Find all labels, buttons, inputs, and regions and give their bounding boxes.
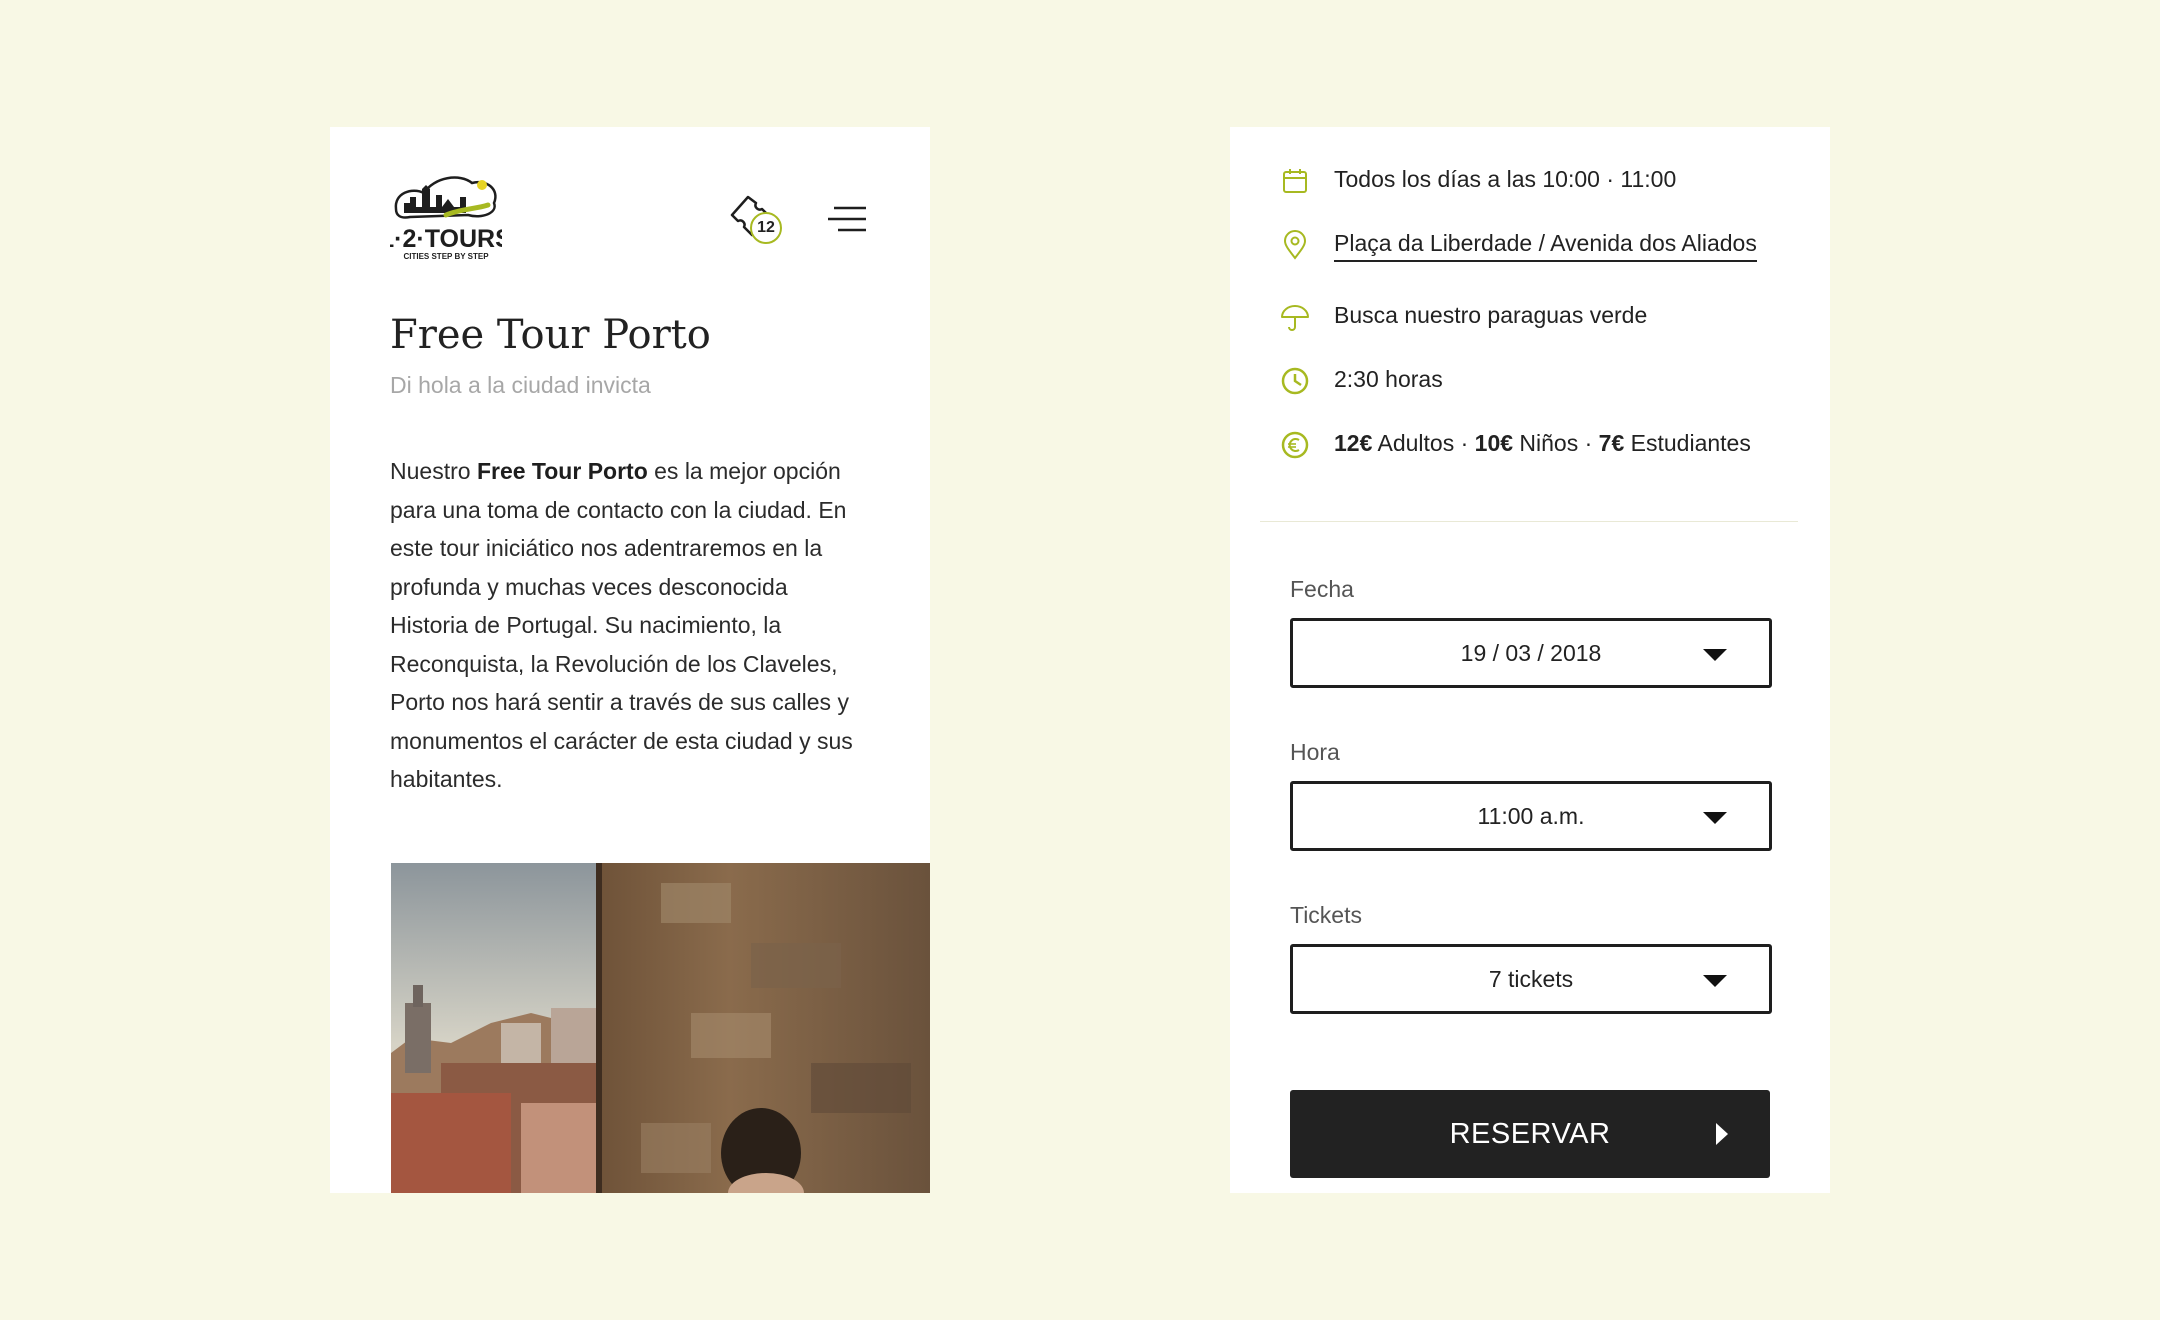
calendar-icon	[1283, 169, 1307, 193]
price-text: 12€ Adultos · 10€ Niños · 7€ Estudiantes	[1334, 430, 1751, 457]
date-value: 19 / 03 / 2018	[1460, 640, 1602, 666]
tour-description: Nuestro Free Tour Porto es la mejor opci…	[390, 452, 870, 799]
hamburger-menu-icon[interactable]	[828, 205, 866, 233]
booking-panel: Todos los días a las 10:00 · 11:00 Plaça…	[1230, 127, 1830, 1193]
ticket-count-badge[interactable]: 12	[750, 212, 782, 244]
time-label: Hora	[1290, 739, 1340, 765]
description-highlight: Free Tour Porto	[476, 458, 648, 484]
time-value: 11:00 a.m.	[1477, 803, 1585, 829]
euro-icon	[1281, 431, 1309, 459]
meeting-point-link[interactable]: Plaça da Liberdade / Avenida dos Aliados	[1334, 230, 1757, 262]
price-child: 10€	[1474, 430, 1514, 456]
info-divider	[1260, 521, 1798, 522]
chevron-down-icon	[1703, 975, 1727, 987]
location-pin-icon	[1283, 230, 1307, 260]
tour-detail-panel: 1·2·TOURS CITIES STEP BY STEP 12 Free To…	[330, 127, 930, 1193]
page-title: Free Tour Porto	[390, 312, 711, 358]
description-body: es la mejor opción para una toma de cont…	[390, 458, 853, 792]
price-adult-label: Adultos ·	[1372, 430, 1475, 456]
umbrella-icon	[1281, 305, 1309, 331]
chevron-down-icon	[1703, 649, 1727, 661]
price-adult: 12€	[1334, 430, 1373, 456]
chevron-down-icon	[1703, 812, 1727, 824]
porto-photo	[391, 863, 930, 1193]
tickets-label: Tickets	[1290, 902, 1362, 928]
clock-icon	[1281, 367, 1309, 395]
logo-wordmark: 1·2·TOURS	[390, 225, 502, 253]
date-label: Fecha	[1290, 576, 1354, 602]
tickets-select[interactable]: 7 tickets	[1290, 944, 1772, 1014]
reserve-button[interactable]: RESERVAR	[1290, 1090, 1770, 1178]
price-student-label: Estudiantes	[1624, 430, 1751, 456]
tickets-value: 7 tickets	[1488, 966, 1574, 992]
duration-text: 2:30 horas	[1334, 366, 1443, 392]
umbrella-text: Busca nuestro paraguas verde	[1334, 302, 1648, 328]
logo-tagline: CITIES STEP BY STEP	[403, 252, 489, 261]
page-subtitle: Di hola a la ciudad invicta	[390, 372, 651, 398]
tours-logo[interactable]: 1·2·TOURS CITIES STEP BY STEP	[390, 169, 502, 261]
reserve-button-label: RESERVAR	[1449, 1118, 1611, 1150]
price-child-label: Niños ·	[1513, 430, 1599, 456]
time-select[interactable]: 11:00 a.m.	[1290, 781, 1772, 851]
arrow-right-icon	[1716, 1123, 1728, 1145]
description-intro: Nuestro	[390, 458, 477, 484]
price-student: 7€	[1598, 430, 1625, 456]
schedule-text: Todos los días a las 10:00 · 11:00	[1334, 166, 1677, 192]
date-select[interactable]: 19 / 03 / 2018	[1290, 618, 1772, 688]
